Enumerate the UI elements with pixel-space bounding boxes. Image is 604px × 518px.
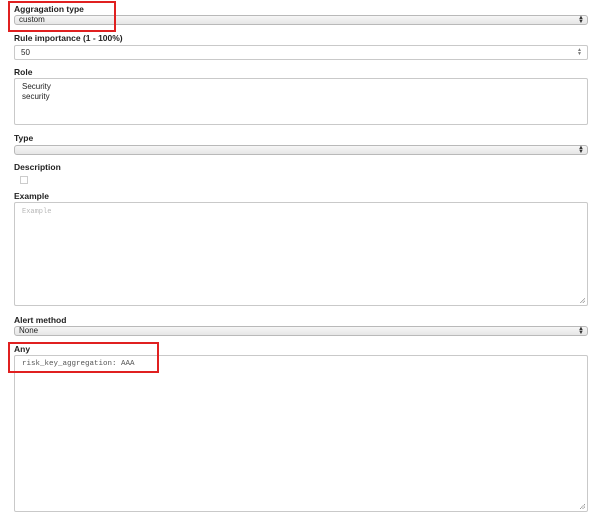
select-arrows-icon: ▲ ▼ (578, 15, 584, 25)
description-checkbox[interactable] (20, 176, 28, 184)
spinner-icon[interactable]: ▲ ▼ (577, 48, 582, 57)
role-textarea[interactable]: Security security (14, 78, 588, 125)
example-placeholder: Example (22, 208, 52, 216)
role-line-2: security (22, 92, 50, 101)
type-select[interactable]: ▲ ▼ (14, 145, 588, 155)
rule-importance-value: 50 (21, 48, 30, 57)
description-label: Description (14, 162, 61, 172)
resize-grip-icon[interactable] (580, 504, 585, 509)
alert-method-label: Alert method (14, 315, 67, 325)
rule-importance-input[interactable]: 50 ▲ ▼ (14, 45, 588, 60)
role-line-1: Security (22, 82, 51, 91)
any-label: Any (14, 344, 31, 354)
aggregation-type-label: Aggragation type (14, 4, 84, 14)
any-textarea[interactable]: risk_key_aggregation: AAA (14, 355, 588, 512)
select-arrows-icon: ▲ ▼ (578, 326, 584, 336)
example-textarea[interactable]: Example (14, 202, 588, 306)
aggregation-type-value: custom (19, 15, 45, 24)
resize-grip-icon[interactable] (580, 298, 585, 303)
rule-importance-label: Rule importance (1 - 100%) (14, 33, 123, 43)
any-value: risk_key_aggregation: AAA (22, 360, 135, 368)
type-label: Type (14, 133, 34, 143)
role-label: Role (14, 67, 33, 77)
example-label: Example (14, 191, 49, 201)
alert-method-select[interactable]: None ▲ ▼ (14, 326, 588, 336)
select-arrows-icon: ▲ ▼ (578, 145, 584, 155)
alert-method-value: None (19, 326, 39, 335)
aggregation-type-select[interactable]: custom ▲ ▼ (14, 15, 588, 25)
